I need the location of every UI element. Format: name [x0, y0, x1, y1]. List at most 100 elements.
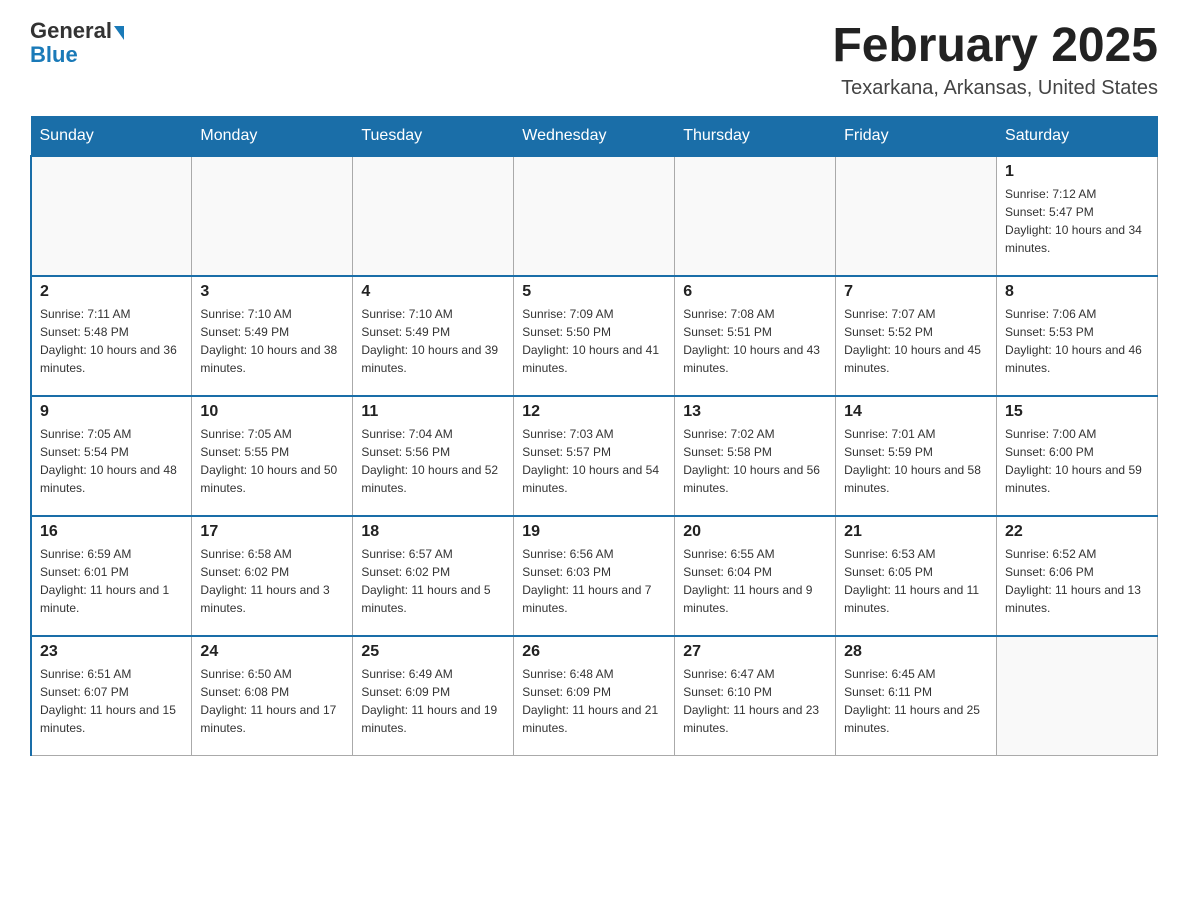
calendar-cell: 25 Sunrise: 6:49 AM Sunset: 6:09 PM Dayli…: [353, 636, 514, 756]
calendar-week-row: 2 Sunrise: 7:11 AM Sunset: 5:48 PM Daylig…: [31, 276, 1158, 396]
calendar-cell: 27Sunrise: 6:47 AM Sunset: 6:10 PM Dayli…: [675, 636, 836, 756]
day-number: 13: [683, 403, 827, 421]
page-header: General Blue February 2025 Texarkana, Ar…: [30, 20, 1158, 100]
logo-arrow-icon: [114, 26, 124, 40]
day-number: 17: [200, 523, 344, 541]
day-info: Sunrise: 7:03 AM Sunset: 5:57 PM Dayligh…: [522, 425, 666, 497]
location-subtitle: Texarkana, Arkansas, United States: [832, 77, 1158, 100]
day-of-week-header: Friday: [836, 116, 997, 156]
day-number: 4: [361, 283, 505, 301]
title-area: February 2025 Texarkana, Arkansas, Unite…: [832, 20, 1158, 100]
day-info: Sunrise: 7:01 AM Sunset: 5:59 PM Dayligh…: [844, 425, 988, 497]
day-info: Sunrise: 7:05 AM Sunset: 5:54 PM Dayligh…: [40, 425, 183, 497]
day-number: 12: [522, 403, 666, 421]
day-number: 10: [200, 403, 344, 421]
calendar-cell: 17Sunrise: 6:58 AM Sunset: 6:02 PM Dayli…: [192, 516, 353, 636]
day-info: Sunrise: 6:49 AM Sunset: 6:09 PM Dayligh…: [361, 665, 505, 737]
calendar-cell: 22 Sunrise: 6:52 AM Sunset: 6:06 PM Dayli…: [997, 516, 1158, 636]
day-number: 15: [1005, 403, 1149, 421]
calendar-cell: 28 Sunrise: 6:45 AM Sunset: 6:11 PM Dayli…: [836, 636, 997, 756]
day-info: Sunrise: 7:12 AM Sunset: 5:47 PM Dayligh…: [1005, 185, 1149, 257]
day-number: 26: [522, 643, 666, 661]
day-number: 9: [40, 403, 183, 421]
calendar-cell: 2 Sunrise: 7:11 AM Sunset: 5:48 PM Daylig…: [31, 276, 192, 396]
month-title: February 2025: [832, 20, 1158, 73]
day-info: Sunrise: 6:45 AM Sunset: 6:11 PM Dayligh…: [844, 665, 988, 737]
calendar-cell: 13Sunrise: 7:02 AM Sunset: 5:58 PM Dayli…: [675, 396, 836, 516]
calendar-cell: 10 Sunrise: 7:05 AM Sunset: 5:55 PM Dayli…: [192, 396, 353, 516]
calendar-week-row: 23Sunrise: 6:51 AM Sunset: 6:07 PM Dayli…: [31, 636, 1158, 756]
calendar-cell: 20Sunrise: 6:55 AM Sunset: 6:04 PM Dayli…: [675, 516, 836, 636]
calendar-cell: 14Sunrise: 7:01 AM Sunset: 5:59 PM Dayli…: [836, 396, 997, 516]
day-number: 11: [361, 403, 505, 421]
day-number: 1: [1005, 163, 1149, 181]
day-of-week-header: Sunday: [31, 116, 192, 156]
day-info: Sunrise: 7:10 AM Sunset: 5:49 PM Dayligh…: [361, 305, 505, 377]
day-number: 22: [1005, 523, 1149, 541]
calendar-week-row: 9 Sunrise: 7:05 AM Sunset: 5:54 PM Daylig…: [31, 396, 1158, 516]
day-info: Sunrise: 6:59 AM Sunset: 6:01 PM Dayligh…: [40, 545, 183, 617]
calendar-cell: 6 Sunrise: 7:08 AM Sunset: 5:51 PM Daylig…: [675, 276, 836, 396]
calendar-cell: 16 Sunrise: 6:59 AM Sunset: 6:01 PM Dayli…: [31, 516, 192, 636]
day-info: Sunrise: 7:11 AM Sunset: 5:48 PM Dayligh…: [40, 305, 183, 377]
calendar-body: 1 Sunrise: 7:12 AM Sunset: 5:47 PM Daylig…: [31, 156, 1158, 756]
day-info: Sunrise: 7:05 AM Sunset: 5:55 PM Dayligh…: [200, 425, 344, 497]
day-info: Sunrise: 7:06 AM Sunset: 5:53 PM Dayligh…: [1005, 305, 1149, 377]
day-number: 27: [683, 643, 827, 661]
calendar-cell: [31, 156, 192, 276]
logo: General Blue: [30, 20, 124, 68]
calendar-cell: 24 Sunrise: 6:50 AM Sunset: 6:08 PM Dayli…: [192, 636, 353, 756]
logo-general-text: General: [30, 20, 112, 42]
logo-blue-text: Blue: [30, 42, 78, 67]
day-number: 21: [844, 523, 988, 541]
calendar-cell: 15 Sunrise: 7:00 AM Sunset: 6:00 PM Dayli…: [997, 396, 1158, 516]
day-info: Sunrise: 6:50 AM Sunset: 6:08 PM Dayligh…: [200, 665, 344, 737]
calendar-cell: [997, 636, 1158, 756]
day-number: 16: [40, 523, 183, 541]
calendar-cell: 26Sunrise: 6:48 AM Sunset: 6:09 PM Dayli…: [514, 636, 675, 756]
calendar-cell: [514, 156, 675, 276]
calendar-cell: 7 Sunrise: 7:07 AM Sunset: 5:52 PM Daylig…: [836, 276, 997, 396]
day-info: Sunrise: 6:53 AM Sunset: 6:05 PM Dayligh…: [844, 545, 988, 617]
calendar-week-row: 1 Sunrise: 7:12 AM Sunset: 5:47 PM Daylig…: [31, 156, 1158, 276]
day-info: Sunrise: 6:55 AM Sunset: 6:04 PM Dayligh…: [683, 545, 827, 617]
day-number: 8: [1005, 283, 1149, 301]
day-number: 28: [844, 643, 988, 661]
calendar-cell: 3 Sunrise: 7:10 AM Sunset: 5:49 PM Daylig…: [192, 276, 353, 396]
calendar-cell: 8 Sunrise: 7:06 AM Sunset: 5:53 PM Daylig…: [997, 276, 1158, 396]
day-info: Sunrise: 6:56 AM Sunset: 6:03 PM Dayligh…: [522, 545, 666, 617]
calendar-cell: [353, 156, 514, 276]
day-of-week-header: Monday: [192, 116, 353, 156]
calendar-header-row: SundayMondayTuesdayWednesdayThursdayFrid…: [31, 116, 1158, 156]
day-info: Sunrise: 6:57 AM Sunset: 6:02 PM Dayligh…: [361, 545, 505, 617]
calendar-cell: 12 Sunrise: 7:03 AM Sunset: 5:57 PM Dayli…: [514, 396, 675, 516]
day-number: 7: [844, 283, 988, 301]
calendar-cell: 23Sunrise: 6:51 AM Sunset: 6:07 PM Dayli…: [31, 636, 192, 756]
calendar-cell: 19 Sunrise: 6:56 AM Sunset: 6:03 PM Dayli…: [514, 516, 675, 636]
day-info: Sunrise: 7:09 AM Sunset: 5:50 PM Dayligh…: [522, 305, 666, 377]
day-info: Sunrise: 7:00 AM Sunset: 6:00 PM Dayligh…: [1005, 425, 1149, 497]
day-number: 5: [522, 283, 666, 301]
day-info: Sunrise: 7:07 AM Sunset: 5:52 PM Dayligh…: [844, 305, 988, 377]
calendar-week-row: 16 Sunrise: 6:59 AM Sunset: 6:01 PM Dayli…: [31, 516, 1158, 636]
day-number: 19: [522, 523, 666, 541]
day-of-week-header: Saturday: [997, 116, 1158, 156]
calendar-cell: 18 Sunrise: 6:57 AM Sunset: 6:02 PM Dayli…: [353, 516, 514, 636]
calendar-cell: 5 Sunrise: 7:09 AM Sunset: 5:50 PM Daylig…: [514, 276, 675, 396]
calendar-cell: 9 Sunrise: 7:05 AM Sunset: 5:54 PM Daylig…: [31, 396, 192, 516]
calendar-cell: [836, 156, 997, 276]
day-number: 25: [361, 643, 505, 661]
day-info: Sunrise: 7:10 AM Sunset: 5:49 PM Dayligh…: [200, 305, 344, 377]
day-info: Sunrise: 6:52 AM Sunset: 6:06 PM Dayligh…: [1005, 545, 1149, 617]
calendar-cell: 1 Sunrise: 7:12 AM Sunset: 5:47 PM Daylig…: [997, 156, 1158, 276]
day-number: 6: [683, 283, 827, 301]
calendar-cell: 11 Sunrise: 7:04 AM Sunset: 5:56 PM Dayli…: [353, 396, 514, 516]
day-number: 18: [361, 523, 505, 541]
day-info: Sunrise: 7:04 AM Sunset: 5:56 PM Dayligh…: [361, 425, 505, 497]
day-info: Sunrise: 7:08 AM Sunset: 5:51 PM Dayligh…: [683, 305, 827, 377]
day-number: 24: [200, 643, 344, 661]
day-number: 3: [200, 283, 344, 301]
day-number: 2: [40, 283, 183, 301]
day-info: Sunrise: 6:51 AM Sunset: 6:07 PM Dayligh…: [40, 665, 183, 737]
calendar-table: SundayMondayTuesdayWednesdayThursdayFrid…: [30, 116, 1158, 757]
